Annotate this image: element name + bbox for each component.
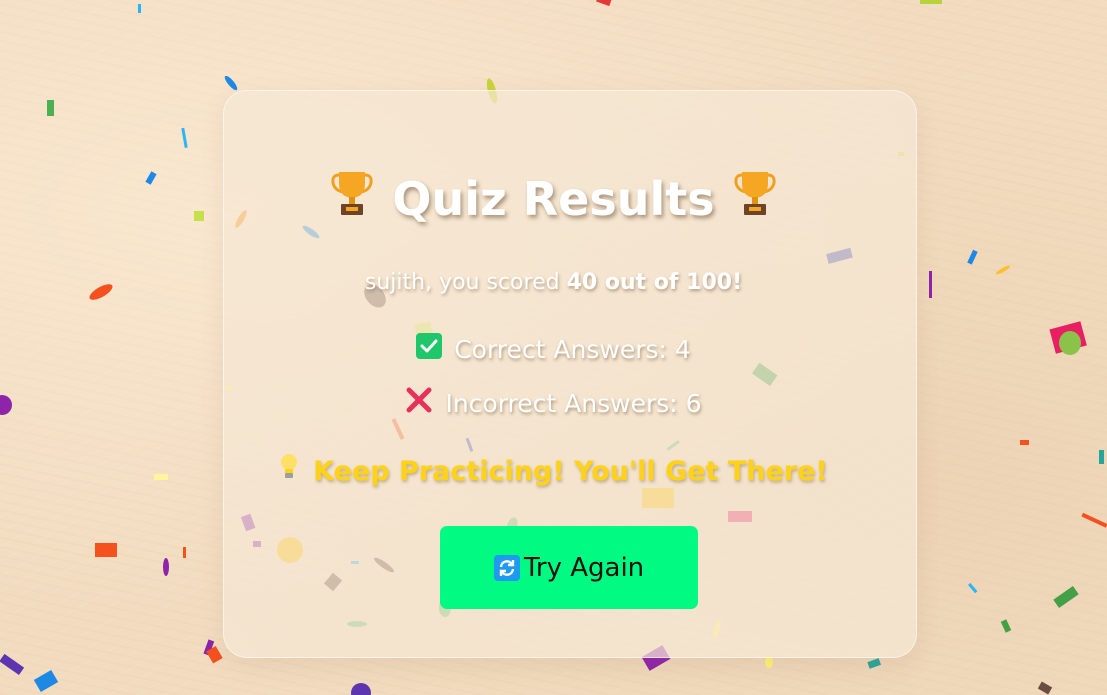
- correct-answers: Correct Answers: 4: [0, 333, 1107, 367]
- bulb-icon: [279, 452, 299, 487]
- title-text: Quiz Results: [392, 172, 715, 226]
- results-title: Quiz Results: [0, 172, 1107, 232]
- trophy-icon: [733, 169, 777, 228]
- correct-label: Correct Answers: 4: [454, 335, 691, 364]
- incorrect-label: Incorrect Answers: 6: [445, 389, 702, 418]
- try-again-button[interactable]: Try Again: [440, 526, 698, 609]
- score-value: 40 out of 100!: [566, 270, 743, 295]
- check-icon: [416, 333, 443, 365]
- incorrect-answers: Incorrect Answers: 6: [0, 386, 1107, 422]
- refresh-icon: [493, 554, 520, 581]
- try-again-label: Try Again: [523, 552, 645, 583]
- trophy-icon: [330, 169, 374, 228]
- cross-icon: [405, 386, 433, 420]
- message-text: Keep Practicing! You'll Get There!: [313, 456, 828, 487]
- score-text: sujith, you scored 40 out of 100!: [0, 270, 1107, 295]
- score-prefix: sujith, you scored: [364, 270, 567, 295]
- encouragement-message: Keep Practicing! You'll Get There!: [0, 452, 1107, 490]
